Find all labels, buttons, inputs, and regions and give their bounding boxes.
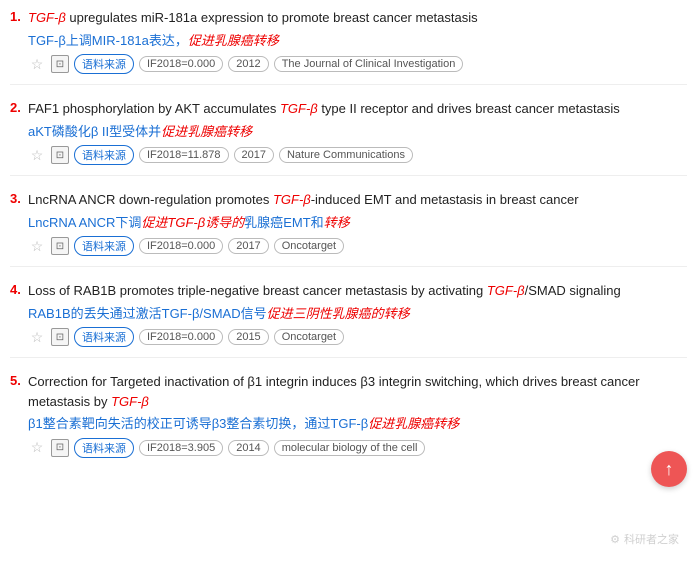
watermark-icon: ⚙ [610,533,620,546]
copy-icon[interactable]: ⊡ [51,237,69,255]
meta-row: ☆ ⊡ 语料来源 IF2018=3.905 2014 molecular biology … [28,438,687,458]
source-tag[interactable]: 语料来源 [74,145,134,165]
title-english: LncRNA ANCR down-regulation promotes TGF… [28,190,687,210]
title-english: FAF1 phosphorylation by AKT accumulates … [28,99,687,119]
list-item: 5.Correction for Targeted inactivation o… [10,372,687,468]
journal-tag[interactable]: Nature Communications [279,147,413,163]
watermark-text: 科研者之家 [624,531,679,547]
scroll-top-button[interactable]: ↑ [651,451,687,487]
meta-row: ☆ ⊡ 语料来源 IF2018=0.000 2012 The Journal of Cli… [28,54,687,74]
journal-tag[interactable]: Oncotarget [274,329,344,345]
source-tag[interactable]: 语料来源 [74,54,134,74]
if-tag[interactable]: IF2018=3.905 [139,440,223,456]
item-number: 4. [10,281,28,297]
journal-tag[interactable]: The Journal of Clinical Investigation [274,56,464,72]
copy-icon[interactable]: ⊡ [51,55,69,73]
year-tag[interactable]: 2017 [228,238,268,254]
item-number: 5. [10,372,28,388]
item-number: 3. [10,190,28,206]
list-item: 4.Loss of RAB1B promotes triple-negative… [10,281,687,358]
title-english: TGF-β upregulates miR-181a expression to… [28,8,687,28]
star-icon[interactable]: ☆ [28,237,46,255]
star-icon[interactable]: ☆ [28,439,46,457]
source-tag[interactable]: 语料来源 [74,236,134,256]
if-tag[interactable]: IF2018=11.878 [139,147,229,163]
item-number: 1. [10,8,28,24]
if-tag[interactable]: IF2018=0.000 [139,56,223,72]
if-tag[interactable]: IF2018=0.000 [139,329,223,345]
results-container: 1.TGF-β upregulates miR-181a expression … [0,0,697,490]
copy-icon[interactable]: ⊡ [51,328,69,346]
journal-tag[interactable]: molecular biology of the cell [274,440,426,456]
if-tag[interactable]: IF2018=0.000 [139,238,223,254]
meta-row: ☆ ⊡ 语料来源 IF2018=0.000 2015 Oncotarget [28,327,687,347]
source-tag[interactable]: 语料来源 [74,327,134,347]
year-tag[interactable]: 2017 [234,147,274,163]
watermark: ⚙ 科研者之家 [610,531,679,547]
year-tag[interactable]: 2015 [228,329,268,345]
title-chinese: LncRNA ANCR下调促进TGF-β诱导的乳腺癌EMT和转移 [28,213,687,233]
star-icon[interactable]: ☆ [28,55,46,73]
source-tag[interactable]: 语料来源 [74,438,134,458]
list-item: 1.TGF-β upregulates miR-181a expression … [10,8,687,85]
star-icon[interactable]: ☆ [28,328,46,346]
meta-row: ☆ ⊡ 语料来源 IF2018=0.000 2017 Oncotarget [28,236,687,256]
copy-icon[interactable]: ⊡ [51,146,69,164]
star-icon[interactable]: ☆ [28,146,46,164]
year-tag[interactable]: 2014 [228,440,268,456]
list-item: 2.FAF1 phosphorylation by AKT accumulate… [10,99,687,176]
title-chinese: RAB1B的丢失通过激活TGF-β/SMAD信号促进三阴性乳腺癌的转移 [28,304,687,324]
title-chinese: TGF-β上调MIR-181a表达，促进乳腺癌转移 [28,31,687,51]
item-number: 2. [10,99,28,115]
meta-row: ☆ ⊡ 语料来源 IF2018=11.878 2017 Nature Communicat… [28,145,687,165]
title-english: Correction for Targeted inactivation of … [28,372,687,411]
copy-icon[interactable]: ⊡ [51,439,69,457]
title-chinese: aKT磷酸化β II型受体并促进乳腺癌转移 [28,122,687,142]
year-tag[interactable]: 2012 [228,56,268,72]
title-chinese: β1整合素靶向失活的校正可诱导β3整合素切换，通过TGF-β促进乳腺癌转移 [28,414,687,434]
list-item: 3.LncRNA ANCR down-regulation promotes T… [10,190,687,267]
title-english: Loss of RAB1B promotes triple-negative b… [28,281,687,301]
journal-tag[interactable]: Oncotarget [274,238,344,254]
